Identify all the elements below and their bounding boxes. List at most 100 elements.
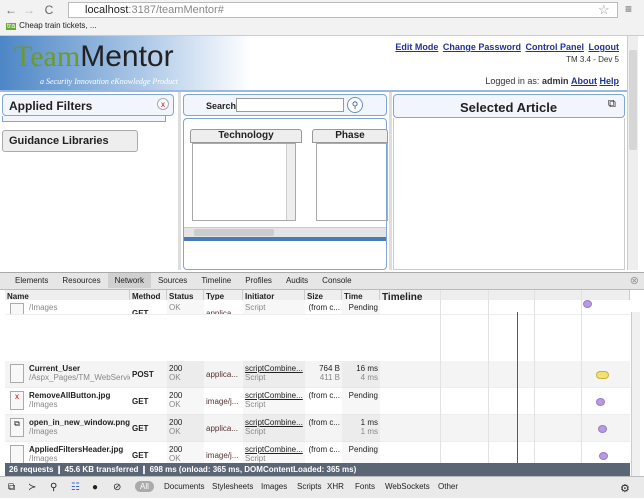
- close-devtools-icon[interactable]: ⊗: [629, 273, 640, 288]
- control-panel-link[interactable]: Control Panel: [525, 42, 584, 52]
- change-password-link[interactable]: Change Password: [443, 42, 521, 52]
- network-request-row[interactable]: /Images GET OK applica... Script (from c... Pe…: [5, 300, 630, 315]
- request-size: (from c...: [308, 391, 340, 400]
- request-status: 200: [169, 418, 183, 427]
- remove-icon: x: [10, 391, 24, 410]
- request-time: Pending: [348, 445, 378, 454]
- request-initiator: scriptCombine...: [245, 391, 303, 400]
- help-link[interactable]: Help: [599, 76, 619, 86]
- request-status: 200: [169, 445, 183, 454]
- url-path: :3187/teamMentor#: [128, 4, 224, 16]
- forward-icon[interactable]: →: [22, 3, 36, 17]
- timeline-gridline: [440, 290, 441, 463]
- devtools-tabs: Elements Resources Network Sources Timeline P…: [0, 273, 644, 290]
- request-type: applica...: [206, 309, 239, 315]
- filter-fonts[interactable]: Fonts: [355, 482, 375, 491]
- applied-filters-panel: Applied Filters x: [2, 94, 174, 116]
- filter-all[interactable]: All: [135, 481, 154, 492]
- remove-all-icon[interactable]: x: [157, 98, 169, 110]
- guidance-libraries-tab[interactable]: Guidance Libraries: [2, 130, 138, 152]
- timeline-bar: [583, 300, 592, 308]
- request-method: GET: [132, 309, 149, 315]
- request-size: (from c...: [308, 418, 340, 427]
- filter-documents[interactable]: Documents: [164, 482, 204, 491]
- request-name: open_in_new_window.png: [29, 418, 130, 427]
- record-icon[interactable]: ●: [92, 482, 98, 493]
- request-method: POST: [132, 370, 154, 379]
- settings-gear-icon[interactable]: ⚙: [620, 482, 630, 495]
- tab-audits[interactable]: Audits: [279, 273, 315, 288]
- dom-content-loaded-marker: [517, 312, 518, 476]
- network-scrollbar[interactable]: [631, 312, 640, 476]
- request-size: (from c...: [308, 303, 340, 312]
- selected-article-title: Selected Article: [460, 100, 558, 115]
- star-icon[interactable]: ☆: [598, 2, 610, 18]
- edit-mode-link[interactable]: Edit Mode: [395, 42, 438, 52]
- back-icon[interactable]: ←: [4, 3, 18, 17]
- technology-scrollbar[interactable]: [286, 144, 295, 220]
- search-input[interactable]: [236, 98, 344, 112]
- tab-elements[interactable]: Elements: [8, 273, 55, 288]
- request-time: 16 ms: [356, 364, 378, 373]
- request-method: GET: [132, 424, 149, 433]
- file-icon: [10, 303, 24, 314]
- tab-console[interactable]: Console: [315, 273, 358, 288]
- url-host: localhost: [85, 4, 129, 16]
- external-icon: ⧉: [10, 418, 24, 437]
- tagline: a Security Innovation eKnowledge Product: [40, 77, 178, 86]
- request-name: AppliedFiltersHeader.jpg: [29, 445, 124, 454]
- request-time: Pending: [348, 391, 378, 400]
- search-icon[interactable]: ⚲: [347, 97, 363, 113]
- phase-list[interactable]: [316, 143, 388, 221]
- reload-icon[interactable]: C: [42, 3, 56, 17]
- applied-filters-title: Applied Filters: [9, 99, 93, 113]
- open-in-new-window-icon[interactable]: ⧉: [608, 98, 616, 111]
- filter-stylesheets[interactable]: Stylesheets: [212, 482, 253, 491]
- request-time: Pending: [348, 303, 378, 312]
- address-bar[interactable]: localhost:3187/teamMentor#: [68, 2, 618, 18]
- search-icon[interactable]: ⚲: [50, 482, 57, 493]
- file-icon: [10, 364, 24, 383]
- search-label: Search: [206, 101, 237, 111]
- filter-websockets[interactable]: WebSockets: [385, 482, 430, 491]
- search-panel: Search ⚲: [183, 94, 387, 116]
- logout-link[interactable]: Logout: [589, 42, 620, 52]
- dock-icon[interactable]: ⧉: [8, 482, 15, 493]
- menu-icon[interactable]: ≡: [625, 2, 632, 16]
- tab-timeline[interactable]: Timeline: [194, 273, 238, 288]
- technology-list[interactable]: [192, 143, 296, 221]
- console-icon[interactable]: ≻: [28, 482, 36, 493]
- timeline-gridline: [581, 290, 582, 463]
- list-view-icon[interactable]: ☷: [71, 482, 80, 493]
- network-summary: 26 requests ❙ 45.6 KB transferred ❙ 698 …: [5, 463, 630, 476]
- network-request-row[interactable]: ⧉ open_in_new_window.png/Images GET 200 OK ap…: [5, 415, 630, 442]
- request-initiator: scriptCombine...: [245, 445, 303, 454]
- bookmark-label: Cheap train tickets, ...: [19, 21, 97, 30]
- request-size: (from c...: [308, 445, 340, 454]
- request-method: GET: [132, 397, 149, 406]
- filter-scripts[interactable]: Scripts: [297, 482, 321, 491]
- page-scrollbar[interactable]: [627, 36, 638, 270]
- tab-resources[interactable]: Resources: [55, 273, 107, 288]
- filter-other[interactable]: Other: [438, 482, 458, 491]
- about-link[interactable]: About: [571, 76, 597, 86]
- tab-network[interactable]: Network: [107, 273, 151, 288]
- timeline-gridline: [488, 290, 489, 463]
- network-request-row[interactable]: Current_User/Aspx_Pages/TM_WebServicesPO…: [5, 361, 630, 388]
- timeline-gridline: [534, 290, 535, 463]
- tab-sources[interactable]: Sources: [151, 273, 194, 288]
- timeline-bar: [596, 371, 609, 379]
- page-scrollbar-thumb[interactable]: [629, 50, 637, 150]
- network-request-row[interactable]: x RemoveAllButton.jpg/Images GET 200 OK image…: [5, 388, 630, 415]
- horizontal-scrollbar[interactable]: [184, 227, 386, 237]
- username: admin: [541, 76, 569, 86]
- request-type: image/j...: [206, 397, 239, 406]
- timeline-bar: [599, 452, 608, 460]
- filter-images[interactable]: Images: [261, 482, 287, 491]
- version-label: TM 3.4 - Dev 5: [566, 55, 619, 64]
- clear-icon[interactable]: ⊘: [113, 482, 121, 493]
- filter-xhr[interactable]: XHR: [327, 482, 344, 491]
- tab-profiles[interactable]: Profiles: [238, 273, 279, 288]
- pivot-panel: Technology Phase: [183, 118, 388, 270]
- bookmark-item[interactable]: tra Cheap train tickets, ...: [6, 21, 97, 30]
